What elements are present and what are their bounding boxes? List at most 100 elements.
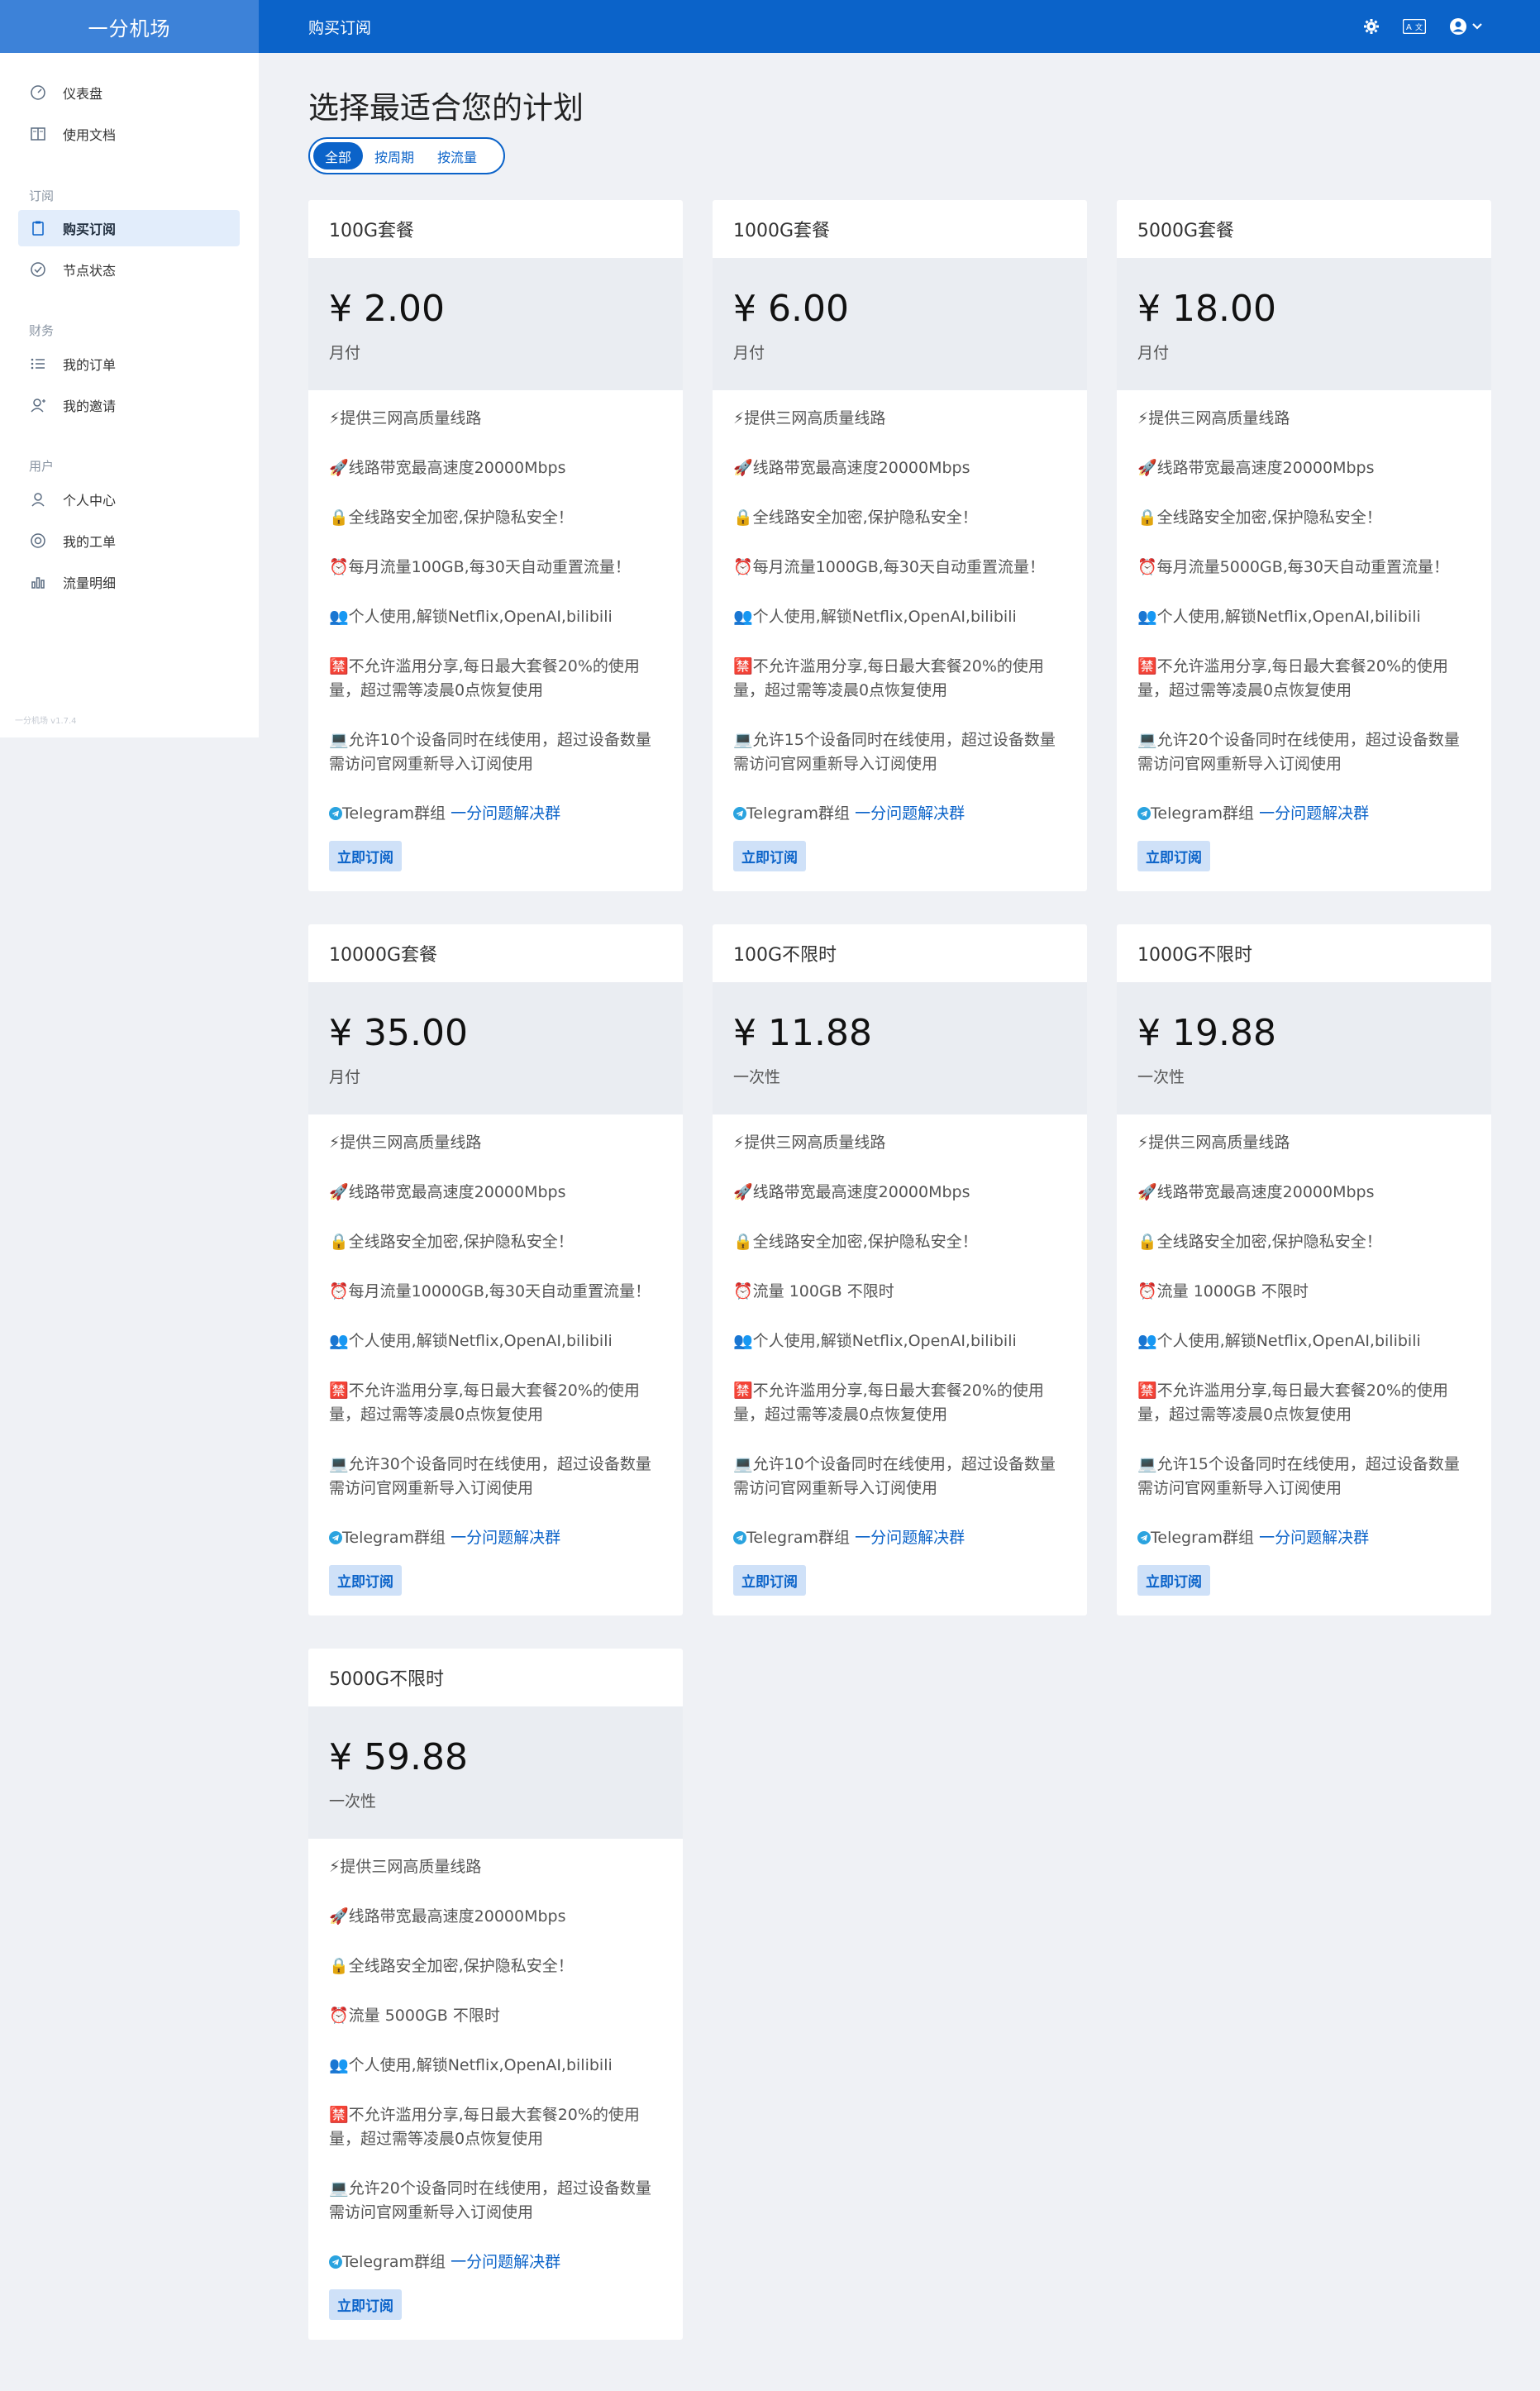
sidebar-item-label: 我的邀请 [63,398,117,414]
telegram-icon [1137,804,1151,823]
sidebar-item-node-status[interactable]: 节点状态 [18,251,240,288]
plan-card: 100G不限时 ¥ 11.88 一次性 ⚡提供三网高质量线路 🚀线路带宽最高速度2000… [713,924,1087,1615]
plan-card: 5000G套餐 ¥ 18.00 月付 ⚡提供三网高质量线路 🚀线路带宽最高速度20000… [1117,200,1491,891]
sidebar-item-label: 仪表盘 [63,86,103,102]
plan-feature: 💻允许10个设备同时在线使用，超过设备数量需访问官网重新导入订阅使用 [329,731,651,773]
tab-by-traffic[interactable]: 按流量 [426,142,489,169]
plan-period: 一次性 [1137,1068,1185,1087]
telegram-group-link[interactable]: 一分问题解决群 [855,804,965,823]
plan-price-box: ¥ 18.00 月付 [1117,258,1491,390]
telegram-group-link[interactable]: 一分问题解决群 [451,1529,560,1547]
telegram-label: Telegram群组 [746,1529,851,1547]
dashboard-icon [30,84,51,101]
plan-feature: ⏰每月流量100GB,每30天自动重置流量！ [329,558,631,576]
plan-feature: 🚀线路带宽最高速度20000Mbps [1137,459,1375,477]
plan-price: ¥ 19.88 [1137,1012,1276,1054]
telegram-group-line: Telegram群组 一分问题解决群 [329,2250,662,2274]
tab-all[interactable]: 全部 [313,142,364,169]
plan-feature: 💻允许20个设备同时在线使用，超过设备数量需访问官网重新导入订阅使用 [329,2179,651,2222]
subscribe-button[interactable]: 立即订阅 [329,841,402,871]
plan-feature: 🚀线路带宽最高速度20000Mbps [733,1183,970,1201]
plan-feature: 🚀线路带宽最高速度20000Mbps [329,459,566,477]
subscribe-button[interactable]: 立即订阅 [329,1565,402,1596]
sidebar-item-orders[interactable]: 我的订单 [18,346,240,382]
plan-feature: 🔒全线路安全加密,保护隐私安全！ [1137,508,1382,527]
telegram-label: Telegram群组 [746,804,851,823]
book-icon [30,126,51,142]
plan-feature: 💻允许10个设备同时在线使用，超过设备数量需访问官网重新导入订阅使用 [733,1455,1056,1497]
plan-price-box: ¥ 11.88 一次性 [713,982,1087,1114]
telegram-group-link[interactable]: 一分问题解决群 [1259,804,1369,823]
plan-feature: 🈲不允许滥用分享,每日最大套餐20%的使用量，超过需等凌晨0点恢复使用 [1137,657,1448,699]
plan-period: 月付 [329,1068,361,1087]
sidebar-item-docs[interactable]: 使用文档 [18,116,240,152]
plan-period: 一次性 [733,1068,781,1087]
telegram-label: Telegram群组 [1151,804,1255,823]
plan-price: ¥ 6.00 [733,288,849,330]
sidebar-item-buy-subscription[interactable]: 购买订阅 [18,210,240,246]
subscribe-button[interactable]: 立即订阅 [1137,1565,1210,1596]
plan-features: ⚡提供三网高质量线路 🚀线路带宽最高速度20000Mbps 🔒全线路安全加密,保护隐… [713,390,1087,826]
tab-by-period[interactable]: 按周期 [363,142,426,169]
plan-feature: 🈲不允许滥用分享,每日最大套餐20%的使用量，超过需等凌晨0点恢复使用 [1137,1382,1448,1424]
plan-feature: 👥个人使用,解锁Netflix,OpenAI,bilibili [1137,608,1421,626]
page-title: 选择最适合您的计划 [308,90,584,126]
plan-price-box: ¥ 19.88 一次性 [1117,982,1491,1114]
plan-feature: 💻允许20个设备同时在线使用，超过设备数量需访问官网重新导入订阅使用 [1137,731,1460,773]
plan-price: ¥ 11.88 [733,1012,872,1054]
plan-name: 100G不限时 [733,945,837,966]
sidebar-item-traffic[interactable]: 流量明细 [18,564,240,600]
plan-feature: 🔒全线路安全加密,保护隐私安全！ [329,1233,574,1251]
plan-feature: ⏰每月流量1000GB,每30天自动重置流量！ [733,558,1045,576]
sidebar: 仪表盘 使用文档 订阅 购买订阅 节点状态 财务 我的订单 我的邀请 用户 个人… [0,53,259,737]
plan-feature: 🈲不允许滥用分享,每日最大套餐20%的使用量，超过需等凌晨0点恢复使用 [329,657,640,699]
plan-feature: 🔒全线路安全加密,保护隐私安全！ [329,1957,574,1975]
plan-card: 10000G套餐 ¥ 35.00 月付 ⚡提供三网高质量线路 🚀线路带宽最高速度2000… [308,924,683,1615]
plan-feature: ⚡提供三网高质量线路 [329,409,482,427]
subscribe-button[interactable]: 立即订阅 [733,1565,806,1596]
telegram-group-link[interactable]: 一分问题解决群 [451,2253,560,2271]
telegram-group-link[interactable]: 一分问题解决群 [1259,1529,1369,1547]
telegram-icon [329,1529,342,1547]
plan-feature: ⚡提供三网高质量线路 [733,1133,886,1152]
sidebar-item-profile[interactable]: 个人中心 [18,481,240,518]
plan-features: ⚡提供三网高质量线路 🚀线路带宽最高速度20000Mbps 🔒全线路安全加密,保护隐… [1117,390,1491,826]
plan-feature: 🈲不允许滥用分享,每日最大套餐20%的使用量，超过需等凌晨0点恢复使用 [329,1382,640,1424]
plan-feature: ⚡提供三网高质量线路 [1137,409,1290,427]
plan-feature: 🚀线路带宽最高速度20000Mbps [1137,1183,1375,1201]
plan-name: 5000G不限时 [329,1669,445,1690]
plan-name: 5000G套餐 [1137,221,1235,241]
sidebar-item-label: 使用文档 [63,127,117,143]
subscribe-button[interactable]: 立即订阅 [329,2289,402,2320]
plan-price-box: ¥ 59.88 一次性 [308,1706,683,1839]
chevron-down-icon[interactable] [1472,23,1482,30]
page-heading: 购买订阅 [308,18,372,37]
gear-icon[interactable] [1363,18,1380,35]
telegram-group-link[interactable]: 一分问题解决群 [855,1529,965,1547]
plan-feature: 👥个人使用,解锁Netflix,OpenAI,bilibili [733,1332,1017,1350]
brand-logo[interactable]: 一分机场 [0,0,259,53]
sidebar-item-tickets[interactable]: 我的工单 [18,523,240,559]
telegram-group-link[interactable]: 一分问题解决群 [451,804,560,823]
plan-features: ⚡提供三网高质量线路 🚀线路带宽最高速度20000Mbps 🔒全线路安全加密,保护隐… [308,390,683,826]
plan-feature: ⏰每月流量5000GB,每30天自动重置流量！ [1137,558,1449,576]
telegram-group-line: Telegram群组 一分问题解决群 [733,1526,1066,1550]
user-avatar-icon[interactable] [1449,17,1482,36]
plan-period: 一次性 [329,1792,377,1811]
sidebar-item-invites[interactable]: 我的邀请 [18,387,240,423]
plan-feature: 💻允许30个设备同时在线使用，超过设备数量需访问官网重新导入订阅使用 [329,1455,651,1497]
translate-icon[interactable]: A文 [1403,19,1426,34]
plan-feature: 👥个人使用,解锁Netflix,OpenAI,bilibili [1137,1332,1421,1350]
subscribe-button[interactable]: 立即订阅 [1137,841,1210,871]
plan-price-box: ¥ 35.00 月付 [308,982,683,1114]
plan-feature: 🔒全线路安全加密,保护隐私安全！ [1137,1233,1382,1251]
telegram-label: Telegram群组 [1151,1529,1255,1547]
sidebar-item-dashboard[interactable]: 仪表盘 [18,74,240,111]
telegram-icon [733,1529,746,1547]
subscribe-button[interactable]: 立即订阅 [733,841,806,871]
list-icon [30,356,51,372]
sidebar-section-subscription: 订阅 [29,189,55,203]
plan-price: ¥ 18.00 [1137,288,1276,330]
version-label: 一分机场 v1.7.4 [15,717,77,726]
plan-feature: 🈲不允许滥用分享,每日最大套餐20%的使用量，超过需等凌晨0点恢复使用 [733,1382,1044,1424]
